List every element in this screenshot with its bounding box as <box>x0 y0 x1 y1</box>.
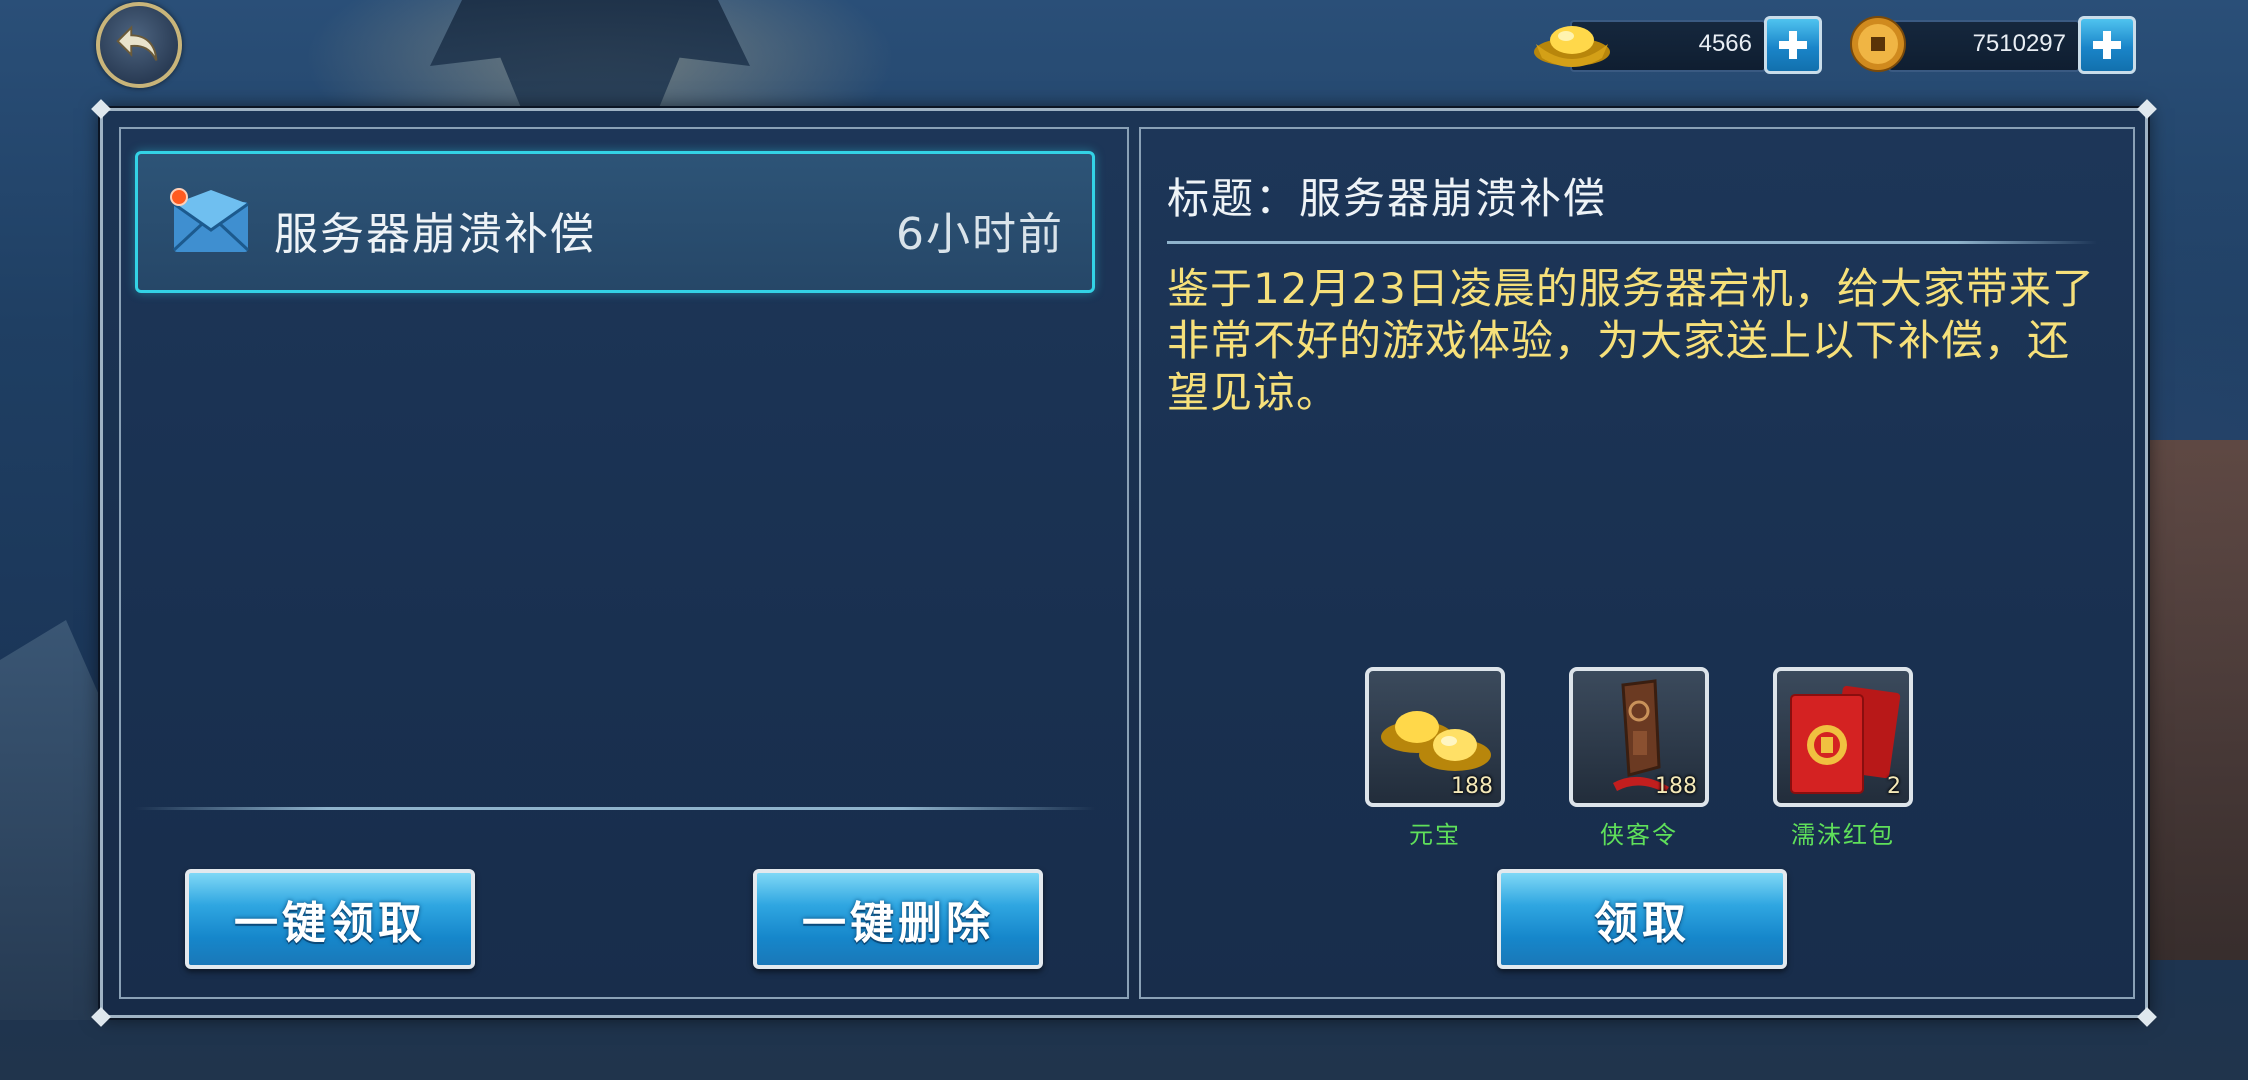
reward-item[interactable]: 2 濡沫红包 <box>1773 667 1913 850</box>
delete-all-button[interactable]: 一键删除 <box>753 869 1043 969</box>
reward-item[interactable]: 188 侠客令 <box>1569 667 1709 850</box>
add-coin-button[interactable] <box>2078 16 2136 74</box>
reward-name: 濡沫红包 <box>1791 821 1895 849</box>
mail-detail-panel: 标题：服务器崩溃补偿 鉴于12月23日凌晨的服务器宕机，给大家带来了非常不好的游… <box>1139 127 2135 999</box>
reward-slot[interactable]: 2 <box>1773 667 1913 807</box>
plus-icon <box>2093 31 2121 59</box>
title-divider <box>1167 241 2097 244</box>
mail-list-panel: 服务器崩溃补偿 6小时前 一键领取 一键删除 <box>119 127 1129 999</box>
mail-window: 服务器崩溃补偿 6小时前 一键领取 一键删除 标题：服务器崩溃补偿 鉴于12月2… <box>91 99 2157 1027</box>
reward-name: 侠客令 <box>1600 821 1678 849</box>
gold-ingot-icon <box>1534 26 1610 67</box>
list-divider <box>135 807 1095 810</box>
background-building <box>2138 440 2248 960</box>
reward-count: 188 <box>1655 774 1697 799</box>
claim-button[interactable]: 领取 <box>1497 869 1787 969</box>
frame-corner-ornament <box>2137 1007 2157 1027</box>
reward-slot[interactable]: 188 <box>1569 667 1709 807</box>
unread-indicator <box>170 188 188 206</box>
coin-currency: 7510297 <box>1848 14 2136 74</box>
coin-amount: 7510297 <box>1972 30 2066 57</box>
mail-list-item[interactable]: 服务器崩溃补偿 6小时前 <box>135 151 1095 293</box>
coin-icon <box>1850 16 1906 72</box>
reward-count: 188 <box>1451 774 1493 799</box>
mail-detail-title: 标题：服务器崩溃补偿 <box>1167 174 1608 223</box>
claim-all-button[interactable]: 一键领取 <box>185 869 475 969</box>
background-pavilion-roof <box>430 0 750 120</box>
reward-count: 2 <box>1887 774 1901 799</box>
add-gold-ingot-button[interactable] <box>1764 16 1822 74</box>
back-button[interactable] <box>96 2 182 88</box>
gold-ingot-amount: 4566 <box>1698 30 1752 57</box>
mail-item-title: 服务器崩溃补偿 <box>274 209 596 260</box>
mail-detail-body: 鉴于12月23日凌晨的服务器宕机，给大家带来了非常不好的游戏体验，为大家送上以下… <box>1167 264 2095 417</box>
reward-item[interactable]: 188 元宝 <box>1365 667 1505 850</box>
reward-slot[interactable]: 188 <box>1365 667 1505 807</box>
mail-item-time: 6小时前 <box>896 209 1064 260</box>
frame-corner-ornament <box>2137 99 2157 119</box>
background-mountain <box>0 620 110 1020</box>
frame-corner-ornament <box>91 99 111 119</box>
reward-name: 元宝 <box>1409 821 1461 849</box>
plus-icon <box>1779 31 1807 59</box>
back-arrow-icon <box>116 25 158 61</box>
gold-ingot-currency: 4566 <box>1530 14 1822 74</box>
